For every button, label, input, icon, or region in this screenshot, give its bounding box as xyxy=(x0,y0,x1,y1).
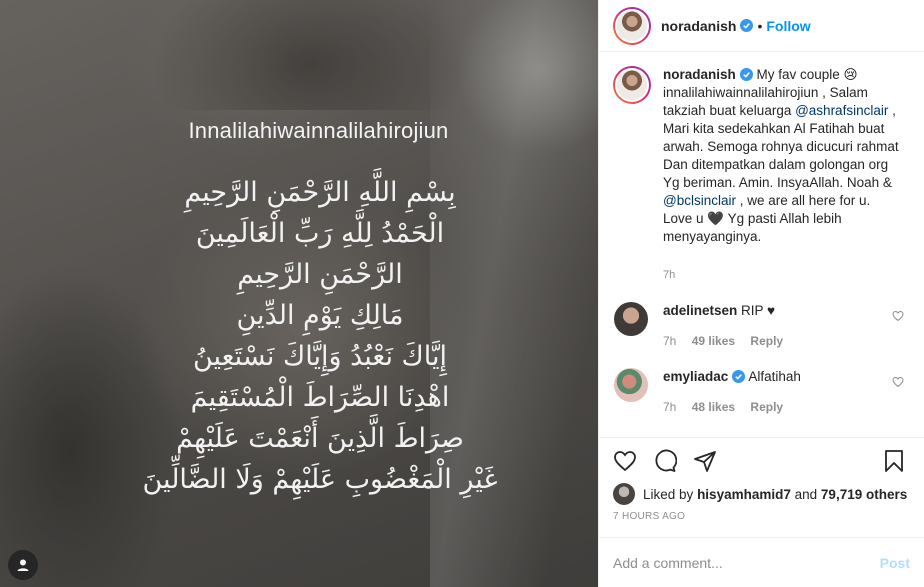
post-image[interactable]: Innalilahiwainnalilahirojiun بِسْمِ اللَ… xyxy=(0,0,598,587)
likes-others[interactable]: 79,719 others xyxy=(821,487,907,502)
likes-prefix: Liked by xyxy=(643,486,694,502)
comments-list[interactable]: noradanish My fav couple 😢 innalilahiwai… xyxy=(599,52,924,437)
caption-time[interactable]: 7h xyxy=(663,266,903,284)
verified-badge-icon xyxy=(739,68,753,81)
separator-dot: • xyxy=(757,17,763,34)
arabic-line: الرَّحْمَنِ الرَّحِيمِ xyxy=(237,259,403,290)
post-button[interactable]: Post xyxy=(880,555,910,571)
comment-username[interactable]: emyliadac xyxy=(663,369,728,384)
liker-avatar[interactable] xyxy=(613,483,635,505)
like-comment-icon[interactable] xyxy=(892,376,904,388)
verified-badge-icon xyxy=(740,19,754,32)
comment-likes[interactable]: 49 likes xyxy=(692,334,735,348)
avatar[interactable] xyxy=(613,6,651,45)
comment-likes[interactable]: 48 likes xyxy=(692,400,735,414)
verified-badge-icon xyxy=(732,370,746,383)
post-side-panel: noradanish • Follow noradanish My fav co… xyxy=(598,0,924,587)
commenter-avatar[interactable] xyxy=(614,368,648,402)
comment-item: adelinetsen RIP ♥ 7h 49 likes Reply xyxy=(613,302,910,350)
comment-time[interactable]: 7h xyxy=(663,334,676,348)
comment-input[interactable] xyxy=(613,554,880,571)
caption: noradanish My fav couple 😢 innalilahiwai… xyxy=(613,66,910,284)
bookmark-icon[interactable] xyxy=(882,449,906,473)
comment-icon[interactable] xyxy=(653,449,677,473)
reply-button[interactable]: Reply xyxy=(750,334,783,348)
story-title: Innalilahiwainnalilahirojiun xyxy=(188,118,449,143)
share-icon[interactable] xyxy=(693,449,717,473)
arabic-line: إِيَّاكَ نَعْبُدُ وَإِيَّاكَ نَسْتَعِينُ xyxy=(192,341,448,372)
likes-summary: Liked by hisyamhamid7 and 79,719 others xyxy=(599,483,924,505)
person-icon xyxy=(17,559,29,571)
heart-icon[interactable] xyxy=(613,449,637,473)
comment-time[interactable]: 7h xyxy=(663,400,676,414)
arabic-line: غَيْرِ الْمَغْضُوبِ عَلَيْهِمْ وَلَا الض… xyxy=(142,464,498,495)
arabic-line: صِرَاطَ الَّذِينَ أَنْعَمْتَ عَلَيْهِمْ xyxy=(176,423,464,454)
action-bar xyxy=(599,437,924,483)
likes-middle: and xyxy=(794,486,818,502)
add-comment-bar: Post xyxy=(599,537,924,587)
post-header: noradanish • Follow xyxy=(599,0,924,52)
comment-item: emyliadac Alfatihah 7h 48 likes Reply xyxy=(613,368,910,416)
mention-link[interactable]: @ashrafsinclair xyxy=(795,103,888,118)
tagged-user-icon[interactable] xyxy=(8,550,38,580)
comment-username[interactable]: adelinetsen xyxy=(663,303,737,318)
caption-username[interactable]: noradanish xyxy=(663,67,736,82)
arabic-line: الْحَمْدُ لِلَّهِ رَبِّ الْعَالَمِينَ xyxy=(195,218,445,249)
like-comment-icon[interactable] xyxy=(892,310,904,322)
caption-body: noradanish My fav couple 😢 innalilahiwai… xyxy=(663,66,903,284)
mention-link[interactable]: @bclsinclair xyxy=(663,193,736,208)
arabic-line: بِسْمِ اللَّهِ الرَّحْمَنِ الرَّحِيمِ xyxy=(184,177,456,208)
arabic-line: اهْدِنَا الصِّرَاطَ الْمُسْتَقِيمَ xyxy=(190,382,450,413)
comment-text: RIP ♥ xyxy=(741,303,776,318)
reply-button[interactable]: Reply xyxy=(750,400,783,414)
comment-text: Alfatihah xyxy=(748,369,801,384)
follow-button[interactable]: Follow xyxy=(766,18,810,34)
commenter-avatar[interactable] xyxy=(614,302,648,336)
liker-username[interactable]: hisyamhamid7 xyxy=(697,487,791,502)
arabic-line: مَالِكِ يَوْمِ الدِّينِ xyxy=(236,300,404,331)
header-username[interactable]: noradanish xyxy=(661,18,736,34)
caption-avatar[interactable] xyxy=(613,66,651,104)
post-timestamp[interactable]: 7 HOURS AGO xyxy=(599,505,924,533)
arabic-text: بِسْمِ اللَّهِ الرَّحْمَنِ الرَّحِيمِ ال… xyxy=(110,172,530,500)
